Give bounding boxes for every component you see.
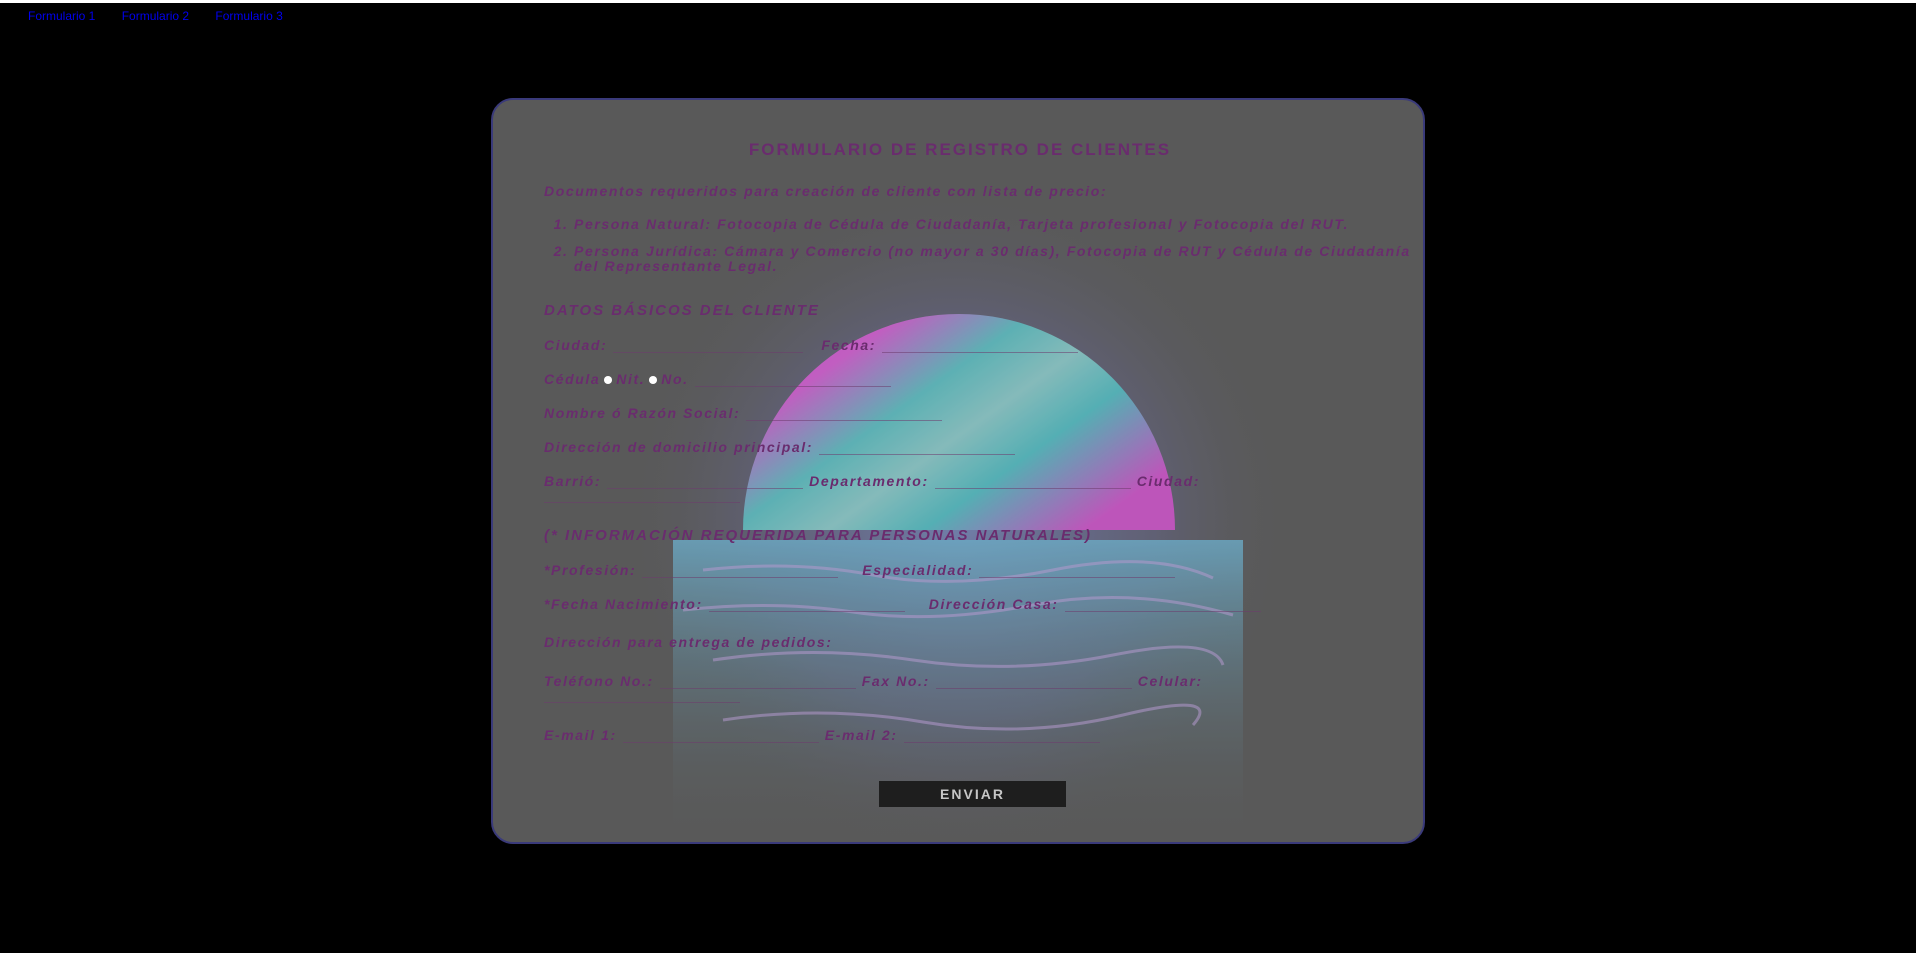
direccion-casa-label: Dirección Casa: [928, 596, 1059, 612]
row-nombre: Nombre ó Razón Social: [544, 405, 948, 421]
docs-intro: Documentos requeridos para creación de c… [544, 183, 1108, 199]
nit-label: Nit. [616, 371, 646, 387]
cedula-radio[interactable] [604, 376, 613, 384]
direccion-entrega-label: Dirección para entrega de pedidos: [544, 634, 833, 650]
row-document: Cédula Nit. No. [544, 371, 897, 387]
submit-button[interactable]: ENVIAR [879, 781, 1066, 807]
top-border [0, 0, 1916, 3]
email1-field[interactable] [622, 732, 819, 743]
section-natural-persons: (* INFORMACIÓN REQUERIDA PARA PERSONAS N… [544, 527, 1093, 544]
document-number-field[interactable] [694, 376, 891, 387]
telefono-field[interactable] [659, 678, 856, 689]
row-profesion: *Profesión: Especialidad: [544, 562, 1181, 578]
row-email: E-mail 1: E-mail 2: [544, 727, 1106, 743]
fecha-label: Fecha: [821, 337, 877, 353]
email2-field[interactable] [903, 732, 1100, 743]
row-ciudad2-line [544, 492, 746, 503]
fax-field[interactable] [935, 678, 1132, 689]
especialidad-field[interactable] [979, 567, 1176, 578]
nombre-label: Nombre ó Razón Social: [544, 405, 741, 421]
barrio-label: Barrió: [544, 473, 602, 489]
ciudad-label: Ciudad: [544, 337, 608, 353]
form-card: FORMULARIO DE REGISTRO DE CLIENTES Docum… [491, 98, 1425, 844]
fecha-nacimiento-label: *Fecha Nacimiento: [544, 596, 703, 612]
celular-field[interactable] [544, 692, 740, 703]
form-title: FORMULARIO DE REGISTRO DE CLIENTES [748, 140, 1172, 159]
nombre-field[interactable] [746, 410, 943, 421]
barrio-field[interactable] [607, 478, 804, 489]
row-celular-line [544, 692, 746, 703]
row-barrio: Barrió: Departamento: Ciudad: [544, 473, 1200, 489]
top-nav: Formulario 1 Formulario 2 Formulario 3 [28, 9, 306, 23]
section-basic-data: DATOS BÁSICOS DEL CLIENTE [544, 302, 820, 319]
nav-link-formulario-1[interactable]: Formulario 1 [28, 9, 95, 23]
departamento-field[interactable] [934, 478, 1131, 489]
list-item: Persona Natural: Fotocopia de Cédula de … [574, 217, 1423, 232]
fax-label: Fax No.: [861, 673, 930, 689]
ciudad2-label: Ciudad: [1136, 473, 1201, 489]
celular-label: Celular: [1137, 673, 1203, 689]
direccion-principal-label: Dirección de domicilio principal: [544, 439, 814, 455]
row-nacimiento: *Fecha Nacimiento: Dirección Casa: [544, 596, 1267, 612]
document-number-label: No. [661, 371, 689, 387]
profesion-field[interactable] [642, 567, 839, 578]
nit-radio[interactable] [649, 376, 658, 384]
required-docs-list: Persona Natural: Fotocopia de Cédula de … [544, 217, 1423, 286]
form-content: FORMULARIO DE REGISTRO DE CLIENTES Docum… [493, 100, 1423, 842]
email2-label: E-mail 2: [824, 727, 898, 743]
telefono-label: Teléfono No.: [544, 673, 654, 689]
fecha-field[interactable] [882, 342, 1079, 353]
row-direccion-principal: Dirección de domicilio principal: [544, 439, 1021, 455]
nav-link-formulario-2[interactable]: Formulario 2 [122, 9, 189, 23]
departamento-label: Departamento: [809, 473, 929, 489]
ciudad-field[interactable] [613, 342, 804, 353]
nav-link-formulario-3[interactable]: Formulario 3 [215, 9, 282, 23]
especialidad-label: Especialidad: [862, 562, 974, 578]
direccion-casa-field[interactable] [1064, 601, 1261, 612]
list-item: Persona Jurídica: Cámara y Comercio (no … [574, 244, 1423, 274]
row-ciudad-fecha: Ciudad: Fecha: [544, 337, 1084, 353]
profesion-label: *Profesión: [544, 562, 637, 578]
row-direccion-entrega: Dirección para entrega de pedidos: [544, 634, 833, 650]
email1-label: E-mail 1: [544, 727, 617, 743]
fecha-nacimiento-field[interactable] [708, 601, 905, 612]
row-telefono: Teléfono No.: Fax No.: Celular: [544, 673, 1203, 689]
ciudad2-field[interactable] [544, 492, 740, 503]
cedula-label: Cédula [544, 371, 601, 387]
direccion-principal-field[interactable] [819, 444, 1016, 455]
